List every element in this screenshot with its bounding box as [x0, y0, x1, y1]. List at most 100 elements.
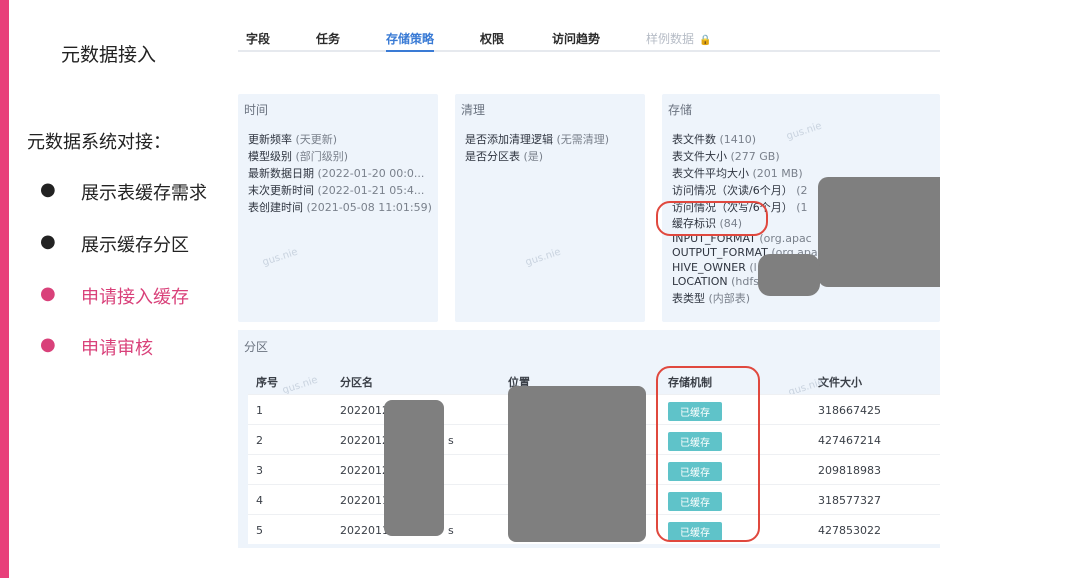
- info-line: 表类型 (内部表): [672, 290, 750, 306]
- info-line: 最新数据日期 (2022-01-20 00:0...: [248, 165, 424, 181]
- info-line: 表文件大小 (277 GB): [672, 148, 780, 164]
- clean-card: 清理 是否添加清理逻辑 (无需清理) 是否分区表 (是) gus.nie: [455, 94, 645, 322]
- file-size: 318667425: [818, 404, 881, 417]
- redaction-block: [818, 177, 940, 287]
- info-label: OUTPUT_FORMAT: [672, 246, 768, 259]
- info-line: 末次更新时间 (2022-01-21 05:4...: [248, 182, 424, 198]
- info-line: 表创建时间 (2021-05-08 11:01:59): [248, 199, 432, 215]
- redaction-block: [384, 400, 444, 536]
- storage-mechanism-highlight: [656, 366, 760, 542]
- partition-name: 2022012: [340, 464, 389, 477]
- file-size: 209818983: [818, 464, 881, 477]
- tab-permissions[interactable]: 权限: [480, 30, 504, 47]
- partition-name-tail: s: [448, 434, 454, 447]
- bullet-text: 展示表缓存需求: [81, 183, 207, 204]
- partition-name: 2022012: [340, 434, 389, 447]
- file-size: 427467214: [818, 434, 881, 447]
- row-index: 4: [256, 494, 263, 507]
- info-label: HIVE_OWNER: [672, 261, 746, 274]
- tab-sample-data: 样例数据 🔒: [646, 30, 711, 47]
- clean-card-title: 清理: [461, 103, 486, 117]
- column-header: 文件大小: [818, 376, 862, 389]
- watermark: gus.nie: [785, 120, 824, 143]
- tab-access-trend[interactable]: 访问趋势: [552, 30, 600, 47]
- bullet-text: 展示缓存分区: [81, 235, 189, 256]
- file-size: 427853022: [818, 524, 881, 537]
- info-value: (1410): [719, 133, 757, 146]
- info-value: (是): [523, 150, 544, 163]
- info-label: LOCATION: [672, 275, 728, 288]
- partition-name: 2022012: [340, 404, 389, 417]
- bullet-dot: ●: [40, 334, 56, 355]
- time-card-title: 时间: [244, 103, 269, 117]
- row-index: 2: [256, 434, 263, 447]
- info-label: 表文件平均大小: [672, 167, 749, 180]
- info-label: 表文件数: [672, 133, 716, 146]
- cache-flag-highlight: [656, 201, 768, 236]
- file-size: 318577327: [818, 494, 881, 507]
- info-value: (2022-01-20 00:0...: [317, 167, 425, 180]
- partition-name: 2022011: [340, 494, 389, 507]
- column-header: 序号: [256, 376, 278, 389]
- time-card: 时间 更新频率 (天更新) 模型级别 (部门级别) 最新数据日期 (2022-0…: [238, 94, 438, 322]
- info-line: 表文件数 (1410): [672, 131, 756, 147]
- info-value: (1: [796, 201, 808, 214]
- info-line: 是否添加清理逻辑 (无需清理): [465, 131, 609, 147]
- partition-name: 2022011: [340, 524, 389, 537]
- tab-fields[interactable]: 字段: [246, 30, 270, 47]
- storage-card: 存储 gus.nie 表文件数 (1410) 表文件大小 (277 GB) 表文…: [656, 94, 940, 322]
- info-label: 末次更新时间: [248, 184, 314, 197]
- info-label: 最新数据日期: [248, 167, 314, 180]
- info-value: (2: [796, 184, 808, 197]
- info-value: (2021-05-08 11:01:59): [306, 201, 432, 214]
- info-value: (201 MB): [752, 167, 803, 180]
- row-index: 1: [256, 404, 263, 417]
- info-value: (2022-01-21 05:4...: [317, 184, 425, 197]
- lock-icon: 🔒: [699, 35, 712, 46]
- info-label: 表创建时间: [248, 201, 303, 214]
- info-value: (部门级别): [295, 150, 349, 163]
- storage-card-title: 存储: [668, 103, 693, 117]
- info-label: 表类型: [672, 292, 705, 305]
- info-label: 访问情况（次读/6个月）: [672, 184, 793, 197]
- tab-tasks[interactable]: 任务: [316, 30, 340, 47]
- info-line: 是否分区表 (是): [465, 148, 543, 164]
- row-index: 3: [256, 464, 263, 477]
- info-line: 模型级别 (部门级别): [248, 148, 348, 164]
- bullet-text: 申请接入缓存: [81, 287, 189, 308]
- column-header: 分区名: [340, 376, 373, 389]
- partition-title: 分区: [244, 340, 269, 354]
- info-line: LOCATION (hdfs: [672, 275, 759, 288]
- info-line: 表文件平均大小 (201 MB): [672, 165, 803, 181]
- info-value: (天更新): [295, 133, 338, 146]
- info-value: (无需清理): [556, 133, 610, 146]
- row-index: 5: [256, 524, 263, 537]
- info-value: (hdfs: [731, 275, 759, 288]
- redaction-block: [508, 386, 646, 542]
- info-value: (org.apac: [759, 232, 812, 245]
- info-value: (内部表): [708, 292, 751, 305]
- info-line: HIVE_OWNER (l: [672, 261, 757, 274]
- slide-title: 元数据接入: [61, 44, 157, 66]
- info-line: 访问情况（次读/6个月） (2: [672, 182, 808, 198]
- tab-bar: 字段 任务 存储策略 权限 访问趋势 样例数据 🔒: [238, 22, 940, 52]
- tab-storage-policy[interactable]: 存储策略: [386, 30, 435, 52]
- info-label: 模型级别: [248, 150, 292, 163]
- info-label: 更新频率: [248, 133, 292, 146]
- slide-heading: 元数据系统对接：: [27, 132, 171, 153]
- bullet-text: 申请审核: [81, 338, 153, 359]
- redaction-block: [758, 254, 820, 296]
- slide-accent-bar: [0, 0, 9, 578]
- bullet-dot: ●: [40, 283, 56, 304]
- info-line: 更新频率 (天更新): [248, 131, 337, 147]
- info-label: 是否分区表: [465, 150, 520, 163]
- bullet-dot: ●: [40, 231, 56, 252]
- info-value: (277 GB): [730, 150, 780, 163]
- info-label: 是否添加清理逻辑: [465, 133, 553, 146]
- bullet-dot: ●: [40, 179, 56, 200]
- watermark: gus.nie: [261, 246, 300, 269]
- info-value: (l: [749, 261, 757, 274]
- metadata-screenshot: 字段 任务 存储策略 权限 访问趋势 样例数据 🔒 时间 更新频率 (天更新) 模…: [238, 22, 940, 548]
- tab-sample-data-label: 样例数据: [646, 32, 695, 46]
- info-label: 表文件大小: [672, 150, 727, 163]
